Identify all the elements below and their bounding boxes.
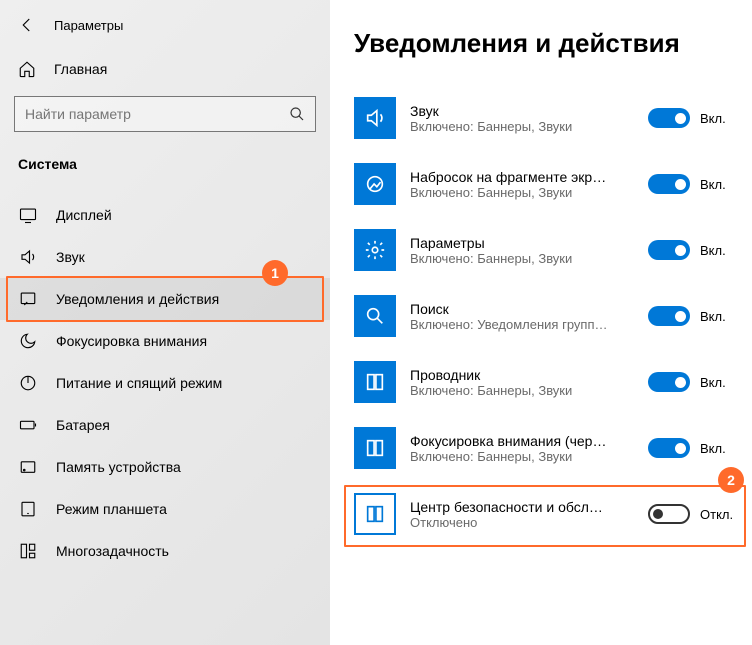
app-title: Проводник [410, 367, 610, 383]
app-settings[interactable]: Параметры Включено: Баннеры, Звуки Вкл. [354, 217, 740, 283]
app-title: Фокусировка внимания (через… [410, 433, 610, 449]
sidebar: Параметры Главная Система Дисплей Звук 1… [0, 0, 330, 645]
app-subtitle: Включено: Уведомления группы… [410, 317, 610, 332]
app-search[interactable]: Поиск Включено: Уведомления группы… Вкл. [354, 283, 740, 349]
battery-icon [18, 416, 38, 434]
back-button[interactable] [18, 16, 36, 34]
app-subtitle: Включено: Баннеры, Звуки [410, 119, 610, 134]
toggle-state: Вкл. [700, 375, 740, 390]
app-subtitle: Включено: Баннеры, Звуки [410, 251, 610, 266]
app-explorer[interactable]: Проводник Включено: Баннеры, Звуки Вкл. [354, 349, 740, 415]
storage-icon [18, 458, 38, 476]
toggle-snip[interactable] [648, 174, 690, 194]
main-pane: Уведомления и действия Звук Включено: Ба… [330, 0, 752, 645]
app-security[interactable]: 2 Центр безопасности и обслужи… Отключен… [354, 481, 740, 547]
toggle-security[interactable] [648, 504, 690, 524]
toggle-settings[interactable] [648, 240, 690, 260]
nav-focus-assist[interactable]: Фокусировка внимания [0, 320, 330, 362]
multitask-icon [18, 542, 38, 560]
search-icon [289, 106, 305, 122]
nav-label: Память устройства [56, 459, 181, 475]
arrow-left-icon [18, 16, 36, 34]
app-search-icon [354, 295, 396, 337]
app-security-icon [354, 493, 396, 535]
app-text: Набросок на фрагменте экрана Включено: Б… [410, 169, 634, 200]
app-title: Звук [410, 103, 610, 119]
app-text: Звук Включено: Баннеры, Звуки [410, 103, 634, 134]
home-icon [18, 60, 36, 78]
nav-label: Питание и спящий режим [56, 375, 222, 391]
nav-label: Батарея [56, 417, 110, 433]
toggle-state: Откл. [700, 507, 740, 522]
tablet-icon [18, 500, 38, 518]
app-text: Проводник Включено: Баннеры, Звуки [410, 367, 634, 398]
home-label: Главная [54, 61, 107, 77]
nav-tablet[interactable]: Режим планшета [0, 488, 330, 530]
nav-label: Режим планшета [56, 501, 167, 517]
app-focus[interactable]: Фокусировка внимания (через… Включено: Б… [354, 415, 740, 481]
notification-icon [18, 290, 38, 308]
moon-icon [18, 332, 38, 350]
app-text: Фокусировка внимания (через… Включено: Б… [410, 433, 634, 464]
toggle-explorer[interactable] [648, 372, 690, 392]
app-title: Поиск [410, 301, 610, 317]
app-subtitle: Отключено [410, 515, 610, 530]
app-subtitle: Включено: Баннеры, Звуки [410, 449, 610, 464]
app-sound[interactable]: Звук Включено: Баннеры, Звуки Вкл. [354, 85, 740, 151]
nav-label: Уведомления и действия [56, 291, 219, 307]
nav-display[interactable]: Дисплей [0, 194, 330, 236]
search-input[interactable] [25, 106, 289, 122]
app-text: Параметры Включено: Баннеры, Звуки [410, 235, 634, 266]
app-settings-icon [354, 229, 396, 271]
header: Параметры [0, 12, 330, 52]
sound-icon [18, 248, 38, 266]
app-snip-icon [354, 163, 396, 205]
toggle-state: Вкл. [700, 243, 740, 258]
toggle-state: Вкл. [700, 177, 740, 192]
app-focus-icon [354, 427, 396, 469]
nav-multitask[interactable]: Многозадачность [0, 530, 330, 572]
annotation-badge-2: 2 [718, 467, 744, 493]
power-icon [18, 374, 38, 392]
app-subtitle: Включено: Баннеры, Звуки [410, 383, 610, 398]
nav-notifications[interactable]: 1 Уведомления и действия [0, 278, 330, 320]
toggle-state: Вкл. [700, 441, 740, 456]
nav-label: Фокусировка внимания [56, 333, 207, 349]
toggle-state: Вкл. [700, 309, 740, 324]
app-sound-icon [354, 97, 396, 139]
toggle-state: Вкл. [700, 111, 740, 126]
nav-label: Многозадачность [56, 543, 169, 559]
app-text: Поиск Включено: Уведомления группы… [410, 301, 634, 332]
app-title: Набросок на фрагменте экрана [410, 169, 610, 185]
toggle-focus[interactable] [648, 438, 690, 458]
toggle-sound[interactable] [648, 108, 690, 128]
app-title: Параметры [410, 235, 610, 251]
annotation-badge-1: 1 [262, 260, 288, 286]
page-title: Уведомления и действия [354, 28, 740, 59]
display-icon [18, 206, 38, 224]
app-subtitle: Включено: Баннеры, Звуки [410, 185, 610, 200]
toggle-search[interactable] [648, 306, 690, 326]
app-explorer-icon [354, 361, 396, 403]
nav-label: Звук [56, 249, 85, 265]
app-title: Центр безопасности и обслужи… [410, 499, 610, 515]
nav-label: Дисплей [56, 207, 112, 223]
app-snip[interactable]: Набросок на фрагменте экрана Включено: Б… [354, 151, 740, 217]
app-text: Центр безопасности и обслужи… Отключено [410, 499, 634, 530]
home-link[interactable]: Главная [0, 52, 330, 92]
search-box[interactable] [14, 96, 316, 132]
section-header: Система [0, 150, 330, 194]
nav-battery[interactable]: Батарея [0, 404, 330, 446]
window-title: Параметры [54, 18, 123, 33]
nav-storage[interactable]: Память устройства [0, 446, 330, 488]
nav-power[interactable]: Питание и спящий режим [0, 362, 330, 404]
